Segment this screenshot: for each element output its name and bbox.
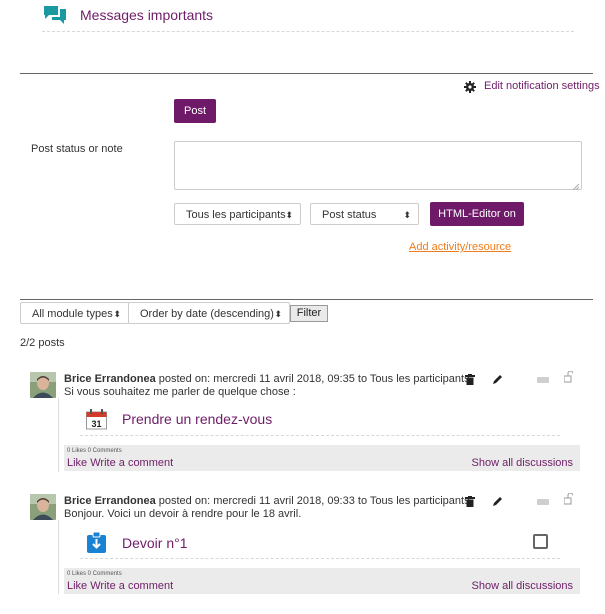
add-activity-resource-link[interactable]: Add activity/resource: [409, 241, 511, 253]
assignment-icon: [87, 531, 106, 553]
post-status-label: Post status or note: [31, 143, 123, 155]
divider: [80, 435, 560, 436]
avatar[interactable]: [30, 494, 56, 520]
calendar-icon: 31: [86, 409, 107, 430]
post-author[interactable]: Brice Errandonea: [64, 495, 156, 507]
trash-icon[interactable]: [465, 496, 475, 507]
thread-line: [58, 520, 59, 594]
post-count: 2/2 posts: [20, 337, 65, 349]
order-select-value: Order by date (descending): [140, 308, 274, 320]
show-all-discussions-link[interactable]: Show all discussions: [472, 457, 574, 469]
write-comment-link[interactable]: Write a comment: [90, 457, 173, 469]
post-author[interactable]: Brice Errandonea: [64, 373, 156, 385]
divider: [42, 31, 574, 32]
completion-checkbox[interactable]: [533, 534, 548, 549]
post-footer: 0 Likes 0 Comments Like Write a comment …: [64, 568, 580, 594]
activity-link[interactable]: Prendre un rendez-vous: [122, 411, 272, 427]
post-footer: 0 Likes 0 Comments Like Write a comment …: [64, 445, 580, 471]
post-meta: posted on: mercredi 11 avril 2018, 09:33…: [158, 495, 470, 507]
thread-line: [58, 398, 59, 472]
pin-icon[interactable]: [537, 377, 549, 383]
unlock-icon[interactable]: [563, 492, 574, 505]
module-type-select-value: All module types: [32, 308, 113, 320]
activity-link[interactable]: Devoir n°1: [122, 535, 188, 551]
post-actions: Like Write a comment: [67, 580, 173, 592]
post-header: Brice Errandonea posted on: mercredi 11 …: [64, 373, 470, 385]
post-button[interactable]: Post: [174, 99, 216, 123]
select-arrows-icon: ⬍: [274, 309, 282, 319]
post-status-textarea[interactable]: [174, 141, 582, 191]
divider: [20, 73, 593, 74]
post-type-select[interactable]: Post status ⬍: [310, 203, 419, 225]
unlock-icon[interactable]: [563, 370, 574, 383]
pin-icon[interactable]: [537, 499, 549, 505]
gear-icon[interactable]: [464, 81, 476, 93]
show-all-discussions-link[interactable]: Show all discussions: [472, 580, 574, 592]
select-arrows-icon: ⬍: [285, 210, 293, 220]
html-editor-toggle-button[interactable]: HTML-Editor on: [430, 202, 524, 226]
resize-handle-icon[interactable]: [572, 181, 580, 191]
audience-select[interactable]: Tous les participants ⬍: [174, 203, 301, 225]
like-link[interactable]: Like: [67, 457, 87, 469]
module-type-select[interactable]: All module types ⬍: [20, 302, 129, 324]
post-body: Si vous souhaitez me parler de quelque c…: [64, 386, 296, 398]
post-actions: Like Write a comment: [67, 457, 173, 469]
chat-bubbles-icon: [43, 5, 67, 27]
section-title: Messages importants: [80, 7, 214, 23]
filter-button[interactable]: Filter: [290, 305, 328, 322]
divider: [80, 558, 560, 559]
avatar[interactable]: [30, 372, 56, 398]
like-link[interactable]: Like: [67, 580, 87, 592]
edit-notification-settings-link[interactable]: Edit notification settings: [484, 80, 600, 92]
pencil-icon[interactable]: [492, 496, 503, 507]
post-body: Bonjour. Voici un devoir à rendre pour l…: [64, 508, 302, 520]
post-header: Brice Errandonea posted on: mercredi 11 …: [64, 495, 470, 507]
select-arrows-icon: ⬍: [403, 210, 411, 220]
calendar-day: 31: [91, 419, 101, 429]
post-meta: posted on: mercredi 11 avril 2018, 09:35…: [158, 373, 470, 385]
select-arrows-icon: ⬍: [113, 309, 121, 319]
post-counts: 0 Likes 0 Comments: [67, 571, 122, 577]
post-counts: 0 Likes 0 Comments: [67, 448, 122, 454]
order-select[interactable]: Order by date (descending) ⬍: [128, 302, 290, 324]
audience-select-value: Tous les participants: [186, 209, 286, 221]
post-type-select-value: Post status: [322, 209, 377, 221]
write-comment-link[interactable]: Write a comment: [90, 580, 173, 592]
divider: [20, 299, 593, 300]
trash-icon[interactable]: [465, 374, 475, 385]
pencil-icon[interactable]: [492, 374, 503, 385]
